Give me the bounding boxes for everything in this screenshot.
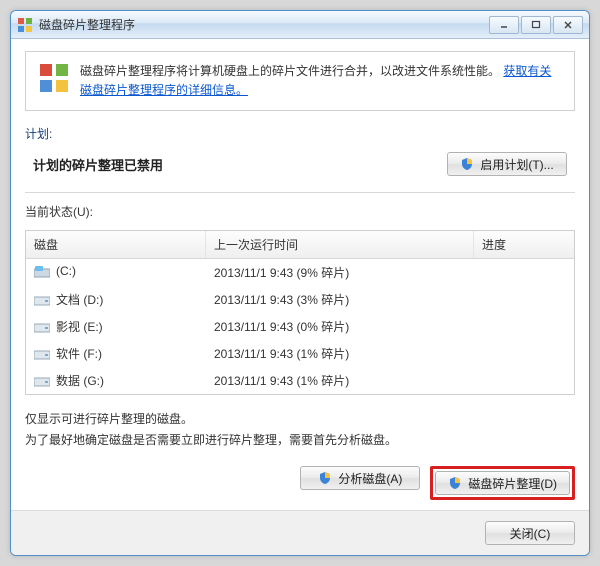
defrag-button[interactable]: 磁盘碎片整理(D) xyxy=(435,471,570,495)
drive-icon xyxy=(34,376,50,388)
maximize-button[interactable] xyxy=(521,16,551,34)
last-run-cell: 2013/11/1 9:43 (0% 碎片) xyxy=(206,313,474,340)
window-title: 磁盘碎片整理程序 xyxy=(39,16,487,33)
drive-name: 软件 (F:) xyxy=(56,347,102,361)
col-prog-header[interactable]: 进度 xyxy=(474,231,574,258)
defrag-icon xyxy=(38,62,70,94)
progress-cell xyxy=(474,367,574,394)
drive-list[interactable]: 磁盘 上一次运行时间 进度 (C:) 2013/11/1 9:43 (9% 碎片)… xyxy=(25,230,575,395)
drive-name: 文档 (D:) xyxy=(56,293,103,307)
last-run-cell: 2013/11/1 9:43 (9% 碎片) xyxy=(206,259,474,286)
minimize-button[interactable] xyxy=(489,16,519,34)
shield-icon xyxy=(460,157,474,171)
close-dialog-button[interactable]: 关闭(C) xyxy=(485,521,575,545)
defrag-label: 磁盘碎片整理(D) xyxy=(468,475,557,492)
close-button[interactable] xyxy=(553,16,583,34)
shield-icon xyxy=(318,471,332,485)
analyze-button[interactable]: 分析磁盘(A) xyxy=(300,466,420,490)
note-line-1: 仅显示可进行碎片整理的磁盘。 xyxy=(25,409,575,429)
system-drive-icon xyxy=(34,266,50,278)
enable-plan-button[interactable]: 启用计划(T)... xyxy=(447,152,567,176)
divider xyxy=(25,192,575,193)
drive-cell: (C:) xyxy=(26,259,206,286)
analyze-label: 分析磁盘(A) xyxy=(338,470,402,487)
last-run-cell: 2013/11/1 9:43 (1% 碎片) xyxy=(206,367,474,394)
note-line-2: 为了最好地确定磁盘是否需要立即进行碎片整理，需要首先分析磁盘。 xyxy=(25,430,575,450)
drive-name: 数据 (G:) xyxy=(56,374,104,388)
progress-cell xyxy=(474,340,574,367)
table-row[interactable]: 软件 (F:) 2013/11/1 9:43 (1% 碎片) xyxy=(26,340,574,367)
last-run-cell: 2013/11/1 9:43 (3% 碎片) xyxy=(206,286,474,313)
status-label: 当前状态(U): xyxy=(25,203,575,220)
drive-cell: 文档 (D:) xyxy=(26,286,206,313)
list-body: (C:) 2013/11/1 9:43 (9% 碎片) 文档 (D:) 2013/11… xyxy=(26,259,574,394)
table-row[interactable]: (C:) 2013/11/1 9:43 (9% 碎片) xyxy=(26,259,574,286)
progress-cell xyxy=(474,259,574,286)
drive-cell: 数据 (G:) xyxy=(26,367,206,394)
window-frame: 磁盘碎片整理程序 磁盘碎片整理程序 xyxy=(10,10,590,556)
progress-cell xyxy=(474,286,574,313)
progress-cell xyxy=(474,313,574,340)
drive-icon xyxy=(34,295,50,307)
last-run-cell: 2013/11/1 9:43 (1% 碎片) xyxy=(206,340,474,367)
footer: 关闭(C) xyxy=(11,510,589,555)
info-text: 磁盘碎片整理程序将计算机硬盘上的碎片文件进行合并，以改进文件系统性能。 xyxy=(80,64,500,78)
table-row[interactable]: 文档 (D:) 2013/11/1 9:43 (3% 碎片) xyxy=(26,286,574,313)
list-header[interactable]: 磁盘 上一次运行时间 进度 xyxy=(26,231,574,259)
plan-status-text: 计划的碎片整理已禁用 xyxy=(33,155,431,174)
drive-cell: 软件 (F:) xyxy=(26,340,206,367)
table-row[interactable]: 影视 (E:) 2013/11/1 9:43 (0% 碎片) xyxy=(26,313,574,340)
info-panel: 磁盘碎片整理程序将计算机硬盘上的碎片文件进行合并，以改进文件系统性能。 获取有关… xyxy=(25,51,575,111)
shield-icon xyxy=(448,476,462,490)
drive-name: 影视 (E:) xyxy=(56,320,103,334)
app-icon xyxy=(17,17,33,33)
drive-cell: 影视 (E:) xyxy=(26,313,206,340)
close-label: 关闭(C) xyxy=(510,525,551,542)
notes: 仅显示可进行碎片整理的磁盘。 为了最好地确定磁盘是否需要立即进行碎片整理，需要首… xyxy=(25,409,575,450)
titlebar[interactable]: 磁盘碎片整理程序 xyxy=(11,11,589,39)
col-last-header[interactable]: 上一次运行时间 xyxy=(206,231,474,258)
drive-icon xyxy=(34,349,50,361)
col-disk-header[interactable]: 磁盘 xyxy=(26,231,206,258)
drive-name: (C:) xyxy=(56,264,76,278)
plan-label: 计划: xyxy=(25,125,575,142)
drive-icon xyxy=(34,322,50,334)
highlight-frame: 磁盘碎片整理(D) xyxy=(430,466,575,500)
table-row[interactable]: 数据 (G:) 2013/11/1 9:43 (1% 碎片) xyxy=(26,367,574,394)
enable-plan-label: 启用计划(T)... xyxy=(480,156,553,173)
